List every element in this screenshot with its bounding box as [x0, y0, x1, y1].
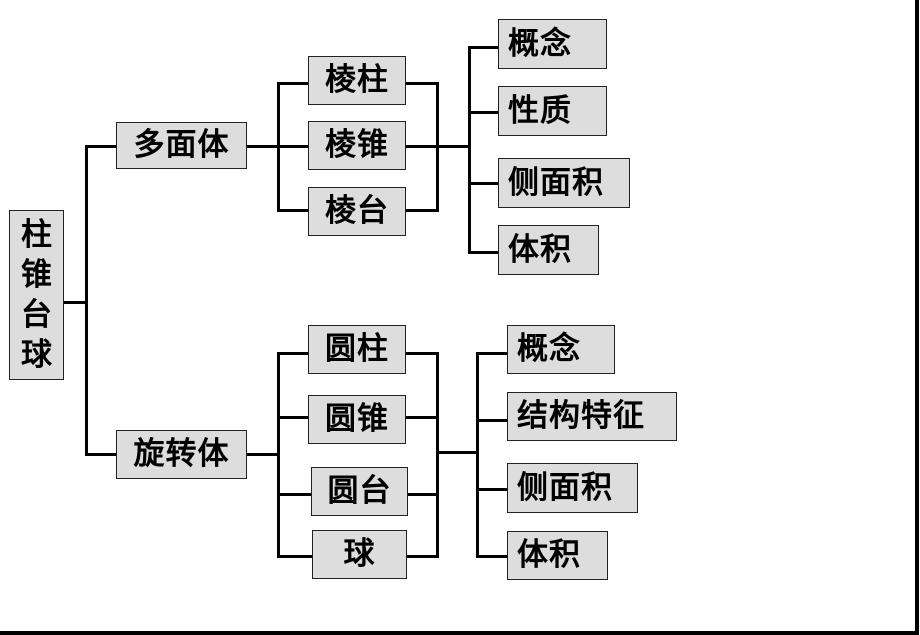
connector-pyramid-right: [405, 145, 439, 148]
node-cylinder: 圆柱: [308, 325, 406, 374]
connector-polyhedron-topics-spine: [468, 46, 471, 254]
topic-polyhedron-properties: 性质: [498, 86, 607, 136]
node-solid-of-revolution: 旋转体: [116, 430, 247, 479]
node-pyramid: 棱锥: [308, 121, 406, 170]
connector-topic-6: [476, 419, 507, 422]
root-char: 柱: [21, 217, 52, 253]
topic-revolution-structure: 结构特征: [507, 392, 677, 441]
connector-to-frustum: [277, 209, 308, 212]
connector-to-polyhedron: [85, 145, 116, 148]
connector-revolution-merge: [436, 352, 439, 558]
root-char: 锥: [21, 257, 52, 293]
connector-to-cylinder: [277, 352, 308, 355]
connector-revolution-topics-spine: [476, 352, 479, 558]
topic-polyhedron-volume: 体积: [498, 225, 599, 275]
node-polyhedron: 多面体: [116, 122, 247, 169]
connector-topic-2: [468, 111, 498, 114]
connector-topic-1: [468, 46, 498, 49]
connector-cylinder-right: [405, 352, 439, 355]
connector-to-prism: [277, 82, 308, 85]
concept-map: 柱 锥 台 球 多面体 旋转体 棱柱 棱锥 棱台 圆柱 圆锥 圆台 球 概念 性…: [0, 0, 920, 635]
node-frustum: 棱台: [308, 187, 406, 236]
connector-topic-7: [476, 488, 507, 491]
topic-polyhedron-concept: 概念: [498, 19, 607, 69]
connector-prism-right: [405, 82, 439, 85]
connector-sphere-right: [406, 555, 439, 558]
connector-to-solid-of-revolution: [85, 453, 116, 456]
connector-root-spine: [85, 145, 88, 456]
connector-root-out: [63, 301, 87, 304]
node-prism: 棱柱: [308, 56, 406, 105]
connector-to-sphere: [277, 555, 312, 558]
topic-revolution-lateral-area: 侧面积: [507, 463, 638, 513]
connector-to-cone: [277, 416, 308, 419]
connector-polyhedron-spine: [277, 82, 280, 212]
connector-revolution-to-topics: [436, 451, 479, 454]
connector-revolution-out: [246, 453, 280, 456]
connector-polyhedron-to-topics: [436, 145, 470, 148]
topic-revolution-concept: 概念: [507, 325, 615, 374]
connector-frustum-right: [405, 209, 439, 212]
connector-frustum-cone-right: [407, 493, 439, 496]
connector-revolution-spine: [277, 352, 280, 558]
topic-polyhedron-lateral-area: 侧面积: [498, 158, 630, 208]
page-border-bottom: [0, 631, 919, 635]
node-frustum-of-cone: 圆台: [311, 467, 408, 516]
connector-topic-5: [476, 352, 507, 355]
node-cone: 圆锥: [308, 395, 406, 444]
node-sphere: 球: [312, 530, 407, 579]
page-border-right: [915, 0, 919, 634]
connector-cone-right: [405, 416, 439, 419]
root-node: 柱 锥 台 球: [9, 210, 64, 380]
connector-topic-4: [468, 251, 498, 254]
connector-topic-3: [468, 182, 498, 185]
connector-topic-8: [476, 555, 507, 558]
root-char: 台: [21, 297, 52, 333]
topic-revolution-volume: 体积: [507, 531, 608, 580]
connector-to-frustum-cone: [277, 493, 311, 496]
root-char: 球: [21, 337, 52, 373]
